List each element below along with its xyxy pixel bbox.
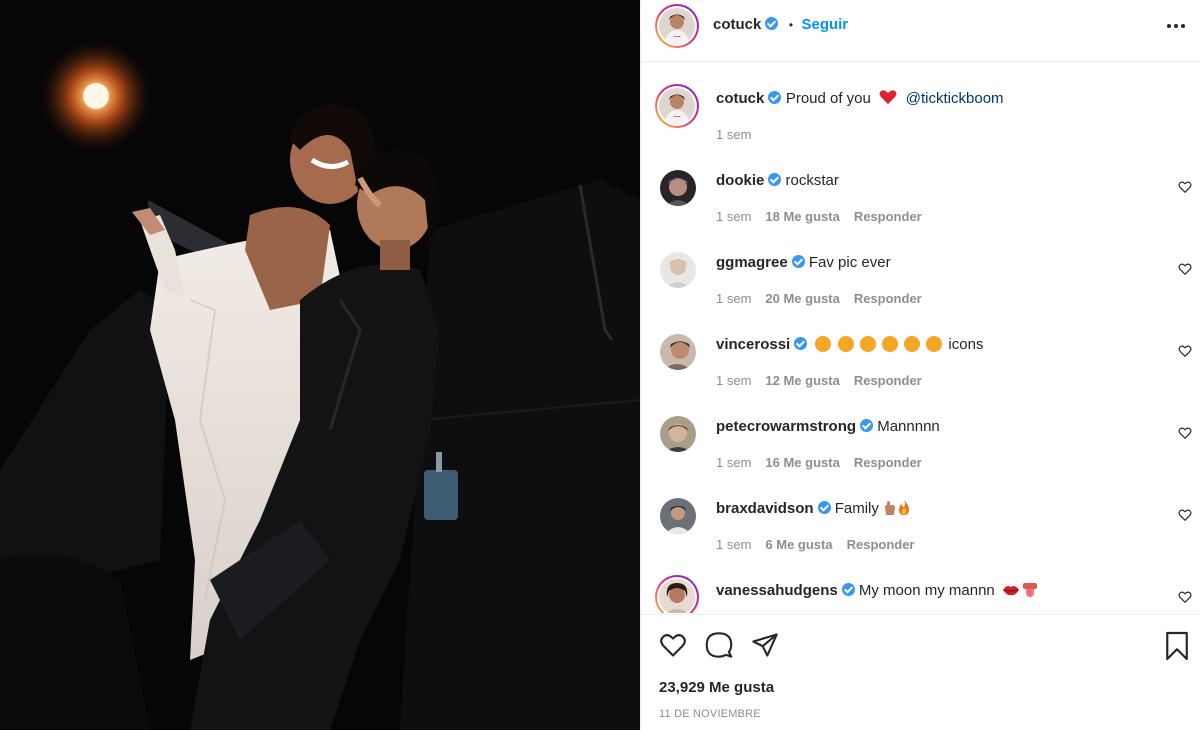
star-struck-emojis <box>815 336 948 353</box>
tongue-emoji-icon <box>1022 583 1037 597</box>
comment-time[interactable]: 1 sem <box>716 455 751 470</box>
post-photo-image <box>0 0 640 730</box>
comment-item: vincerossi icons 1 sem 12 Me gusta Respond… <box>641 334 1200 416</box>
like-heart-icon[interactable] <box>658 631 688 659</box>
comment-text: Fav pic ever <box>808 254 891 271</box>
comment-text: Mannnnn <box>877 418 940 435</box>
caption-avatar[interactable]: ~~ <box>655 84 699 128</box>
caption-username[interactable]: cotuck <box>716 90 764 107</box>
comment-text: icons <box>948 336 984 353</box>
comment-avatar[interactable] <box>660 252 696 288</box>
comment-text: rockstar <box>785 172 839 189</box>
follow-separator: • <box>788 18 794 32</box>
more-options-button[interactable] <box>1166 18 1186 36</box>
follow-button[interactable]: Seguir <box>801 16 848 33</box>
verified-badge-icon <box>860 419 874 432</box>
comment-likes[interactable]: 20 Me gusta <box>765 291 839 306</box>
comment-item: dookie rockstar 1 sem 18 Me gusta Responde… <box>641 170 1200 252</box>
post-likes-count[interactable]: 23,929 Me gusta <box>659 679 774 696</box>
verified-badge-icon <box>765 17 779 30</box>
reply-button[interactable]: Responder <box>854 209 922 224</box>
comment-username[interactable]: vanessahudgens <box>716 582 838 599</box>
comment-username[interactable]: vincerossi <box>716 336 790 353</box>
star-struck-emoji-icon <box>859 336 876 352</box>
comment-likes[interactable]: 6 Me gusta <box>765 537 832 552</box>
reply-button[interactable]: Responder <box>847 537 915 552</box>
more-icon <box>1167 24 1185 28</box>
red-heart-emoji-icon <box>879 90 897 104</box>
verified-badge-icon <box>817 501 831 514</box>
comment-icon[interactable] <box>704 631 734 659</box>
comment-likes[interactable]: 16 Me gusta <box>765 455 839 470</box>
comment-time[interactable]: 1 sem <box>716 209 751 224</box>
reply-button[interactable]: Responder <box>854 373 922 388</box>
comment-avatar[interactable] <box>660 498 696 534</box>
share-icon[interactable] <box>750 631 780 659</box>
comment-like-heart-icon[interactable] <box>1178 344 1192 358</box>
comment-avatar[interactable] <box>655 575 699 613</box>
author-avatar[interactable]: ~~ <box>655 4 699 48</box>
star-struck-emoji-icon <box>926 336 943 352</box>
comment-time[interactable]: 1 sem <box>716 291 751 306</box>
comment-likes[interactable]: 18 Me gusta <box>765 209 839 224</box>
post-actions-bar: 23,929 Me gusta 11 DE NOVIEMBRE <box>641 614 1200 731</box>
caption-mention[interactable]: @ticktickboom <box>906 90 1004 107</box>
svg-text:~~: ~~ <box>673 35 681 41</box>
star-struck-emoji-icon <box>881 336 898 352</box>
star-struck-emoji-icon <box>815 336 832 352</box>
author-username[interactable]: cotuck <box>713 16 761 33</box>
comment-like-heart-icon[interactable] <box>1178 508 1192 522</box>
verified-badge-icon <box>791 255 805 268</box>
comment-like-heart-icon[interactable] <box>1178 590 1192 604</box>
reply-button[interactable]: Responder <box>854 291 922 306</box>
comment-like-heart-icon[interactable] <box>1178 180 1192 194</box>
raised-hand-emoji-icon <box>885 501 896 515</box>
comment-text: Family <box>834 500 879 517</box>
post-side-panel: ~~ cotuck • Seguir ~~ cotuck Proud of yo… <box>640 0 1200 730</box>
caption-text: Proud of you <box>785 90 871 107</box>
caption-time[interactable]: 1 sem <box>716 127 751 142</box>
comment-time[interactable]: 1 sem <box>716 537 751 552</box>
fire-emoji-icon <box>899 500 910 515</box>
bookmark-icon[interactable] <box>1164 631 1190 661</box>
star-struck-emoji-icon <box>837 336 854 352</box>
reply-button[interactable]: Responder <box>854 455 922 470</box>
comment-item: petecrowarmstrong Mannnnn 1 sem 16 Me gus… <box>641 416 1200 498</box>
comment-text: My moon my mannn <box>858 582 995 599</box>
star-struck-emoji-icon <box>904 336 921 352</box>
comment-item: ggmagree Fav pic ever 1 sem 20 Me gusta Re… <box>641 252 1200 334</box>
comment-likes[interactable]: 12 Me gusta <box>765 373 839 388</box>
post-header: ~~ cotuck • Seguir <box>641 0 1200 62</box>
verified-badge-icon <box>768 91 782 104</box>
comment-avatar[interactable] <box>660 170 696 206</box>
comment-username[interactable]: ggmagree <box>716 254 788 271</box>
lips-emoji-icon <box>1002 586 1019 596</box>
comment-avatar[interactable] <box>660 416 696 452</box>
comment-like-heart-icon[interactable] <box>1178 262 1192 276</box>
comment-avatar[interactable] <box>660 334 696 370</box>
comment-like-heart-icon[interactable] <box>1178 426 1192 440</box>
comment-username[interactable]: petecrowarmstrong <box>716 418 856 435</box>
verified-badge-icon <box>841 583 855 596</box>
comment-item: braxdavidson Family 1 sem 6 Me gusta Respo… <box>641 498 1200 580</box>
post-date[interactable]: 11 DE NOVIEMBRE <box>659 708 761 720</box>
svg-text:~~: ~~ <box>673 115 681 121</box>
post-photo[interactable] <box>0 0 640 730</box>
verified-badge-icon <box>768 173 782 186</box>
verified-badge-icon <box>794 337 808 350</box>
comment-time[interactable]: 1 sem <box>716 373 751 388</box>
comment-username[interactable]: braxdavidson <box>716 500 814 517</box>
comment-item: vanessahudgens My moon my mannn <box>641 575 1200 613</box>
comment-username[interactable]: dookie <box>716 172 764 189</box>
